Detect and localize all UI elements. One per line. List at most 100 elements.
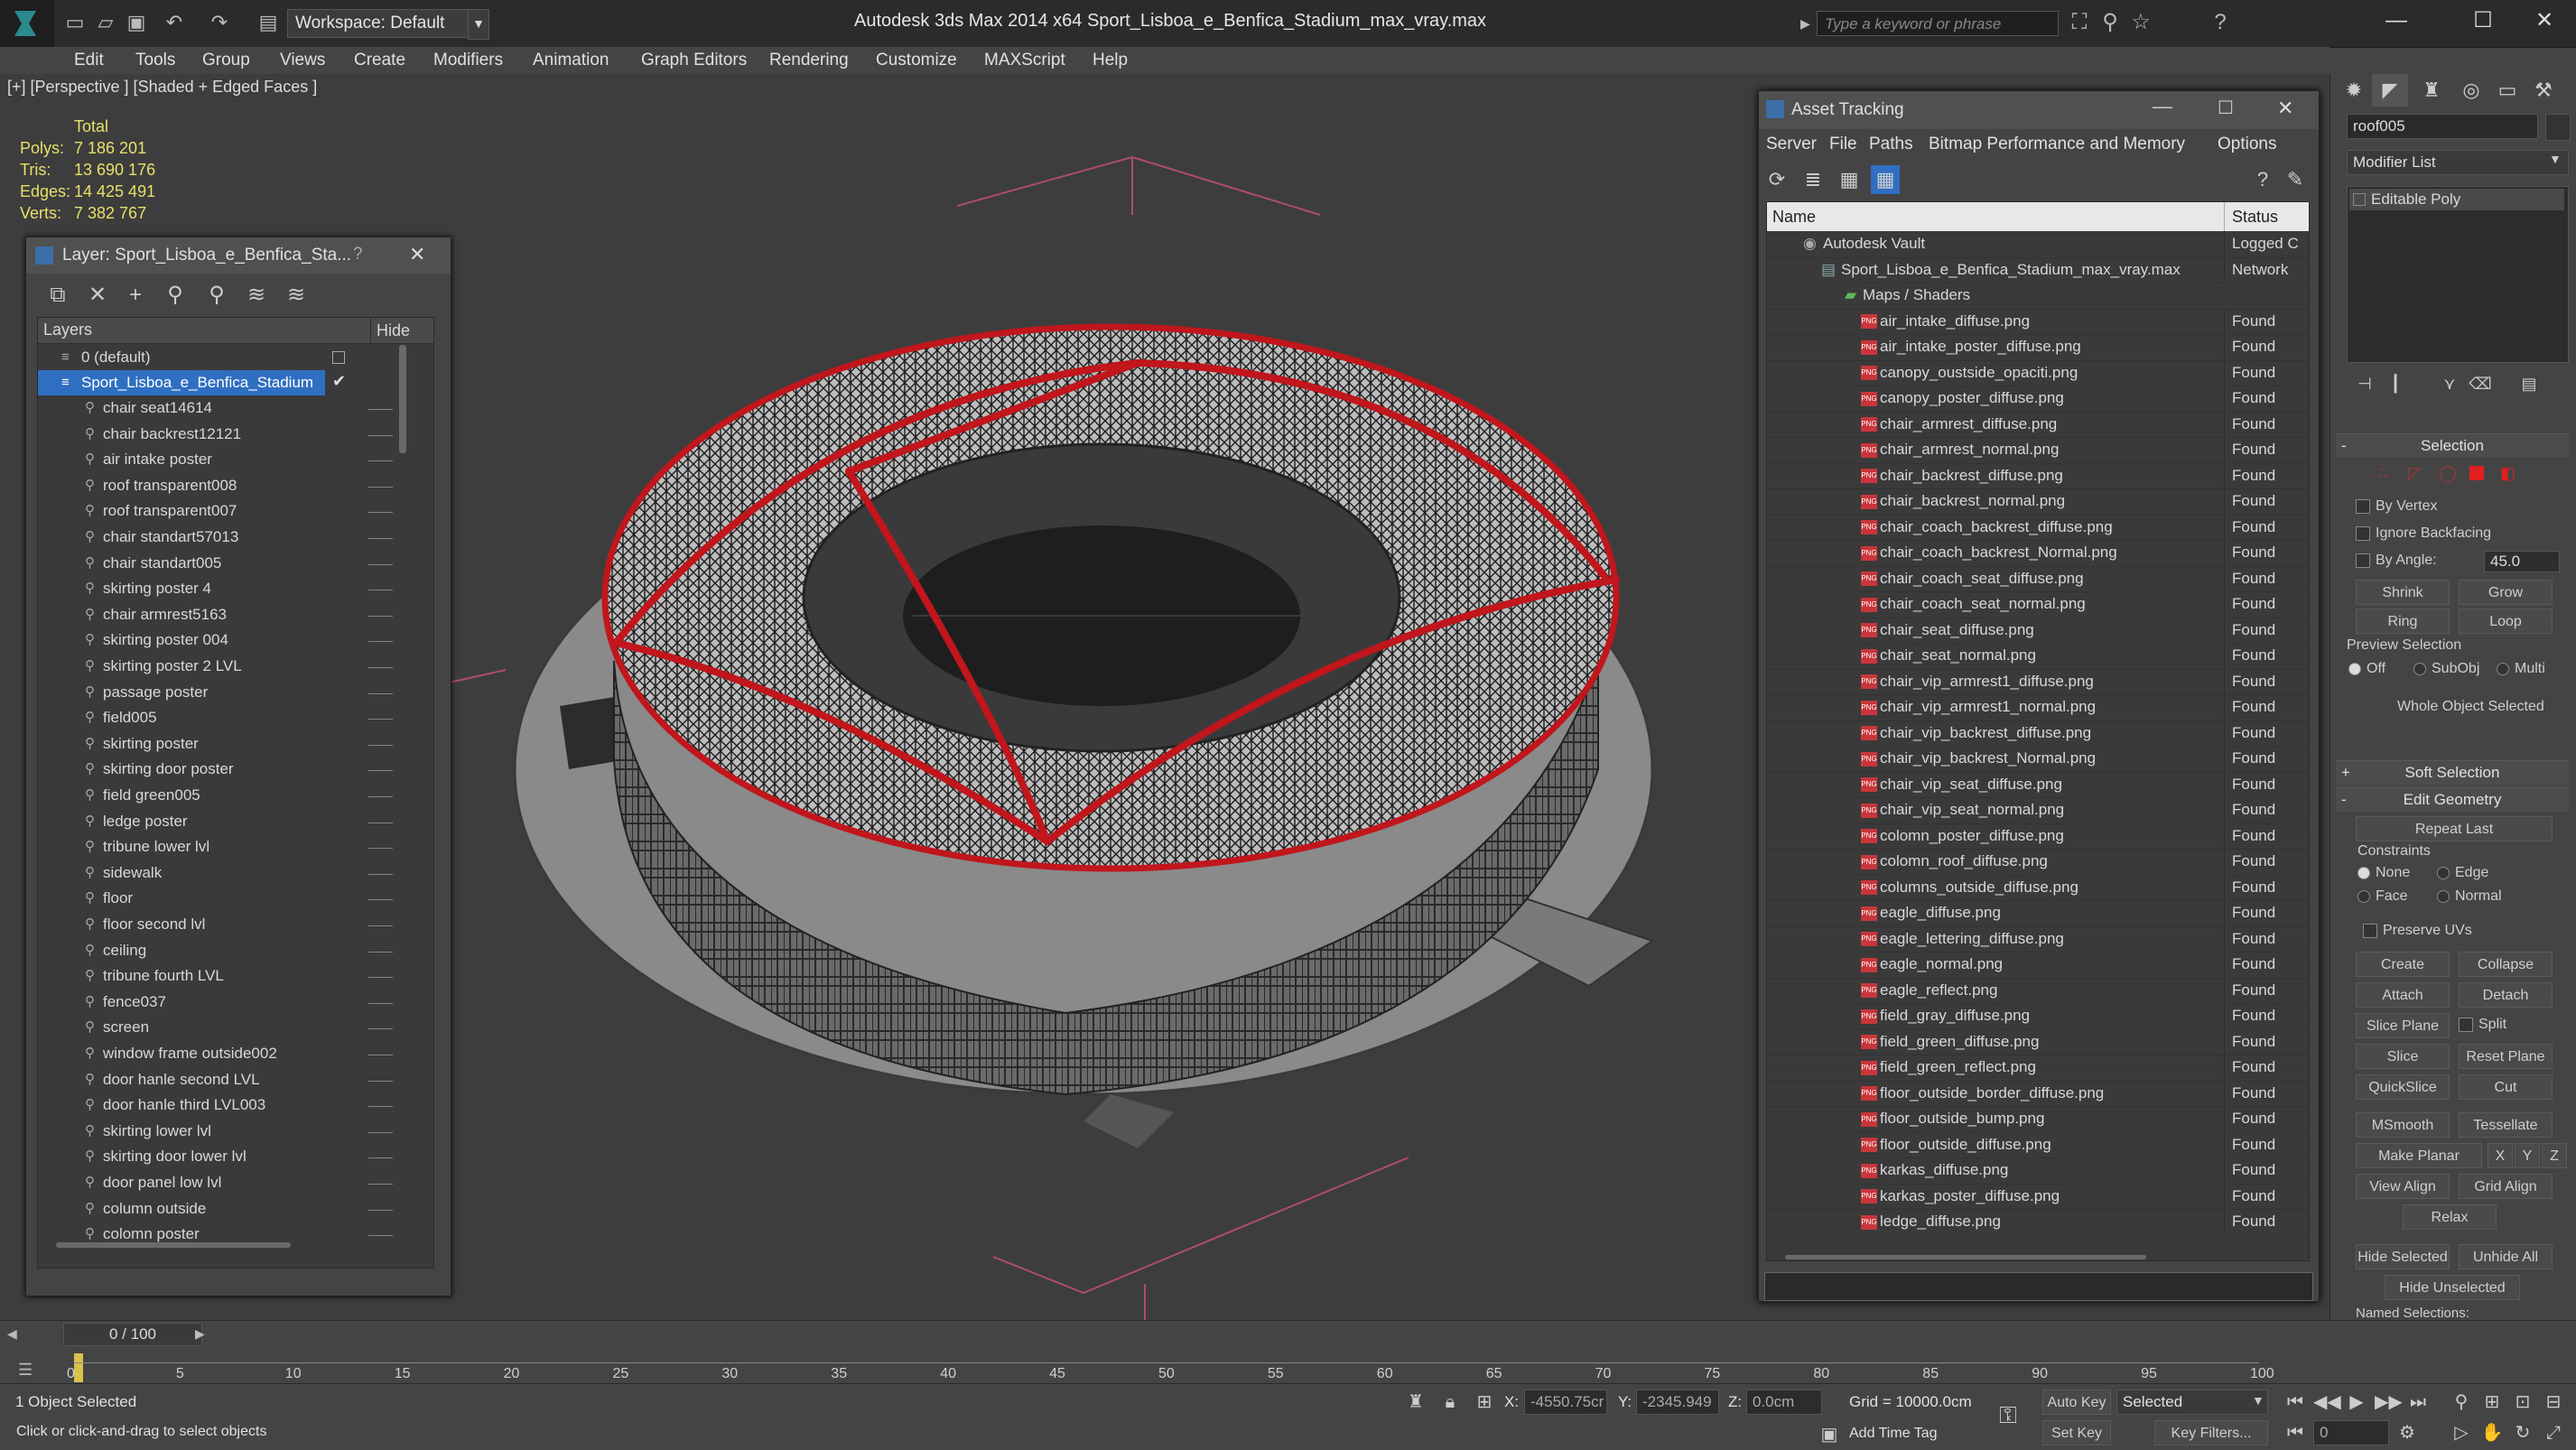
- hide-toggle[interactable]: ——: [368, 627, 393, 653]
- asset-map-row[interactable]: PNG chair_coach_backrest_Normal.png Found: [1767, 540, 2309, 567]
- hide-toggle[interactable]: ——: [368, 963, 393, 989]
- close-icon[interactable]: ✕: [409, 243, 425, 266]
- preview-off-radio[interactable]: Off: [2348, 661, 2385, 677]
- planar-z-button[interactable]: Z: [2542, 1143, 2567, 1168]
- constraint-edge-radio[interactable]: Edge: [2437, 865, 2488, 881]
- polygon-mode-icon[interactable]: [2469, 466, 2484, 480]
- horizontal-scrollbar[interactable]: [56, 1242, 291, 1248]
- menu-customize[interactable]: Customize: [876, 51, 957, 70]
- workspace-dropdown[interactable]: Workspace: Default: [287, 9, 477, 38]
- collapse-button[interactable]: Collapse: [2459, 952, 2553, 977]
- planar-x-button[interactable]: X: [2488, 1143, 2513, 1168]
- asset-map-row[interactable]: PNG air_intake_diffuse.png Found: [1767, 308, 2309, 335]
- border-mode-icon[interactable]: ◯: [2439, 464, 2457, 482]
- hide-toggle[interactable]: ——: [368, 1119, 393, 1144]
- hide-toggle[interactable]: ——: [368, 473, 393, 498]
- hide-toggle[interactable]: ——: [368, 576, 393, 601]
- z-coordinate-field[interactable]: 0.0cm: [1746, 1390, 1822, 1415]
- table-view-icon[interactable]: ▦: [1835, 165, 1864, 194]
- layer-object-row[interactable]: ⚲ floor ——: [38, 886, 433, 911]
- undo-icon[interactable]: ↶: [163, 11, 186, 34]
- motion-tab-icon[interactable]: ◎: [2453, 74, 2489, 107]
- menu-animation[interactable]: Animation: [533, 51, 609, 70]
- grow-button[interactable]: Grow: [2459, 580, 2553, 605]
- close-icon[interactable]: ✕: [2514, 0, 2575, 42]
- split-checkbox[interactable]: Split: [2459, 1017, 2506, 1033]
- hide-toggle[interactable]: ——: [368, 757, 393, 782]
- maximize-viewport-icon[interactable]: ⤢: [2541, 1420, 2566, 1445]
- project-folder-icon[interactable]: ▤: [256, 11, 280, 34]
- asset-map-row[interactable]: PNG floor_outside_border_diffuse.png Found: [1767, 1080, 2309, 1107]
- asset-map-row[interactable]: PNG field_green_diffuse.png Found: [1767, 1028, 2309, 1055]
- menu-modifiers[interactable]: Modifiers: [433, 51, 503, 70]
- object-name-field[interactable]: roof005: [2347, 114, 2538, 139]
- create-layer-icon[interactable]: ⧉: [42, 281, 73, 310]
- hide-toggle[interactable]: ——: [368, 1092, 393, 1118]
- repeat-last-button[interactable]: Repeat Last: [2356, 816, 2553, 841]
- view-align-button[interactable]: View Align: [2356, 1174, 2450, 1199]
- layer-object-row[interactable]: ⚲ ledge poster ——: [38, 809, 433, 834]
- asset-map-row[interactable]: PNG chair_vip_backrest_Normal.png Found: [1767, 746, 2309, 773]
- asset-map-row[interactable]: PNG eagle_reflect.png Found: [1767, 977, 2309, 1004]
- ignore-backfacing-checkbox[interactable]: Ignore Backfacing: [2356, 525, 2491, 542]
- select-objects-icon[interactable]: ⚲: [160, 281, 191, 310]
- set-key-mode-icon[interactable]: ⚿: [1995, 1402, 2021, 1427]
- constraint-none-radio[interactable]: None: [2357, 865, 2410, 881]
- help-icon[interactable]: ?: [2248, 165, 2277, 194]
- edit-geometry-rollout-header[interactable]: - Edit Geometry: [2336, 787, 2569, 812]
- by-vertex-checkbox[interactable]: By Vertex: [2356, 498, 2437, 515]
- stack-item-editable-poly[interactable]: Editable Poly: [2349, 189, 2564, 210]
- cut-button[interactable]: Cut: [2459, 1074, 2553, 1100]
- asset-map-row[interactable]: PNG karkas_poster_diffuse.png Found: [1767, 1183, 2309, 1210]
- asset-menu-bitmap[interactable]: Bitmap Performance and Memory: [1929, 135, 2185, 154]
- detach-button[interactable]: Detach: [2459, 982, 2553, 1008]
- highlight-selected-icon[interactable]: ⚲: [201, 281, 232, 310]
- menu-maxscript[interactable]: MAXScript: [984, 51, 1065, 70]
- maximize-icon[interactable]: ☐: [2218, 97, 2234, 119]
- menu-graph-editors[interactable]: Graph Editors: [641, 51, 747, 70]
- create-button[interactable]: Create: [2356, 952, 2450, 977]
- soft-selection-rollout-header[interactable]: + Soft Selection: [2336, 760, 2569, 785]
- search-input[interactable]: Type a keyword or phrase: [1817, 11, 2059, 36]
- hierarchy-tab-icon[interactable]: ♜: [2413, 74, 2450, 107]
- current-frame-field[interactable]: 0: [2313, 1420, 2389, 1445]
- hide-toggle[interactable]: ——: [368, 912, 393, 937]
- asset-map-row[interactable]: PNG chair_vip_backrest_diffuse.png Found: [1767, 720, 2309, 747]
- by-angle-checkbox[interactable]: By Angle:: [2356, 553, 2437, 569]
- favorites-star-icon[interactable]: ☆: [2127, 9, 2154, 36]
- planar-y-button[interactable]: Y: [2515, 1143, 2540, 1168]
- list-view-icon[interactable]: ≣: [1799, 165, 1827, 194]
- key-mode-dropdown[interactable]: Selected: [2116, 1390, 2268, 1415]
- hide-toggle[interactable]: ——: [368, 1041, 393, 1066]
- hide-toggle[interactable]: ——: [368, 1222, 393, 1247]
- layer-object-row[interactable]: ⚲ floor second lvl ——: [38, 912, 433, 937]
- key-filters-button[interactable]: Key Filters...: [2154, 1420, 2268, 1445]
- col-name[interactable]: Name: [1772, 208, 1816, 227]
- asset-map-row[interactable]: PNG karkas_diffuse.png Found: [1767, 1157, 2309, 1185]
- hide-selected-button[interactable]: Hide Selected: [2356, 1244, 2450, 1269]
- modify-tab-icon[interactable]: ◤: [2372, 74, 2408, 107]
- asset-map-row[interactable]: PNG chair_armrest_normal.png Found: [1767, 437, 2309, 464]
- preview-subobj-radio[interactable]: SubObj: [2413, 661, 2479, 677]
- layer-object-row[interactable]: ⚲ door hanle second LVL ——: [38, 1067, 433, 1092]
- delete-layer-icon[interactable]: ✕: [82, 281, 113, 310]
- time-tag-icon[interactable]: ▣: [1817, 1422, 1842, 1447]
- hide-toggle[interactable]: ——: [368, 602, 393, 627]
- menu-help[interactable]: Help: [1093, 51, 1128, 70]
- asset-map-row[interactable]: PNG eagle_normal.png Found: [1767, 952, 2309, 979]
- time-config-icon[interactable]: ⚙: [2395, 1420, 2420, 1445]
- chevron-down-icon[interactable]: ▼: [2252, 1393, 2264, 1408]
- search-expand-icon[interactable]: ▶: [1800, 11, 1813, 36]
- time-slider[interactable]: 0 / 100: [63, 1323, 202, 1346]
- hide-toggle[interactable]: ——: [368, 680, 393, 705]
- preview-multi-radio[interactable]: Multi: [2497, 661, 2545, 677]
- slice-plane-button[interactable]: Slice Plane: [2356, 1013, 2450, 1038]
- asset-menu-options[interactable]: Options: [2218, 135, 2276, 154]
- asset-map-row[interactable]: PNG chair_armrest_diffuse.png Found: [1767, 411, 2309, 438]
- layer-object-row[interactable]: ⚲ fence037 ——: [38, 990, 433, 1015]
- layer-object-row[interactable]: ⚲ skirting poster 4 ——: [38, 576, 433, 601]
- hide-toggle[interactable]: ——: [368, 1015, 393, 1040]
- new-file-icon[interactable]: ▭: [63, 11, 87, 34]
- slice-button[interactable]: Slice: [2356, 1044, 2450, 1069]
- asset-row-maps[interactable]: ▰ Maps / Shaders: [1767, 283, 2309, 310]
